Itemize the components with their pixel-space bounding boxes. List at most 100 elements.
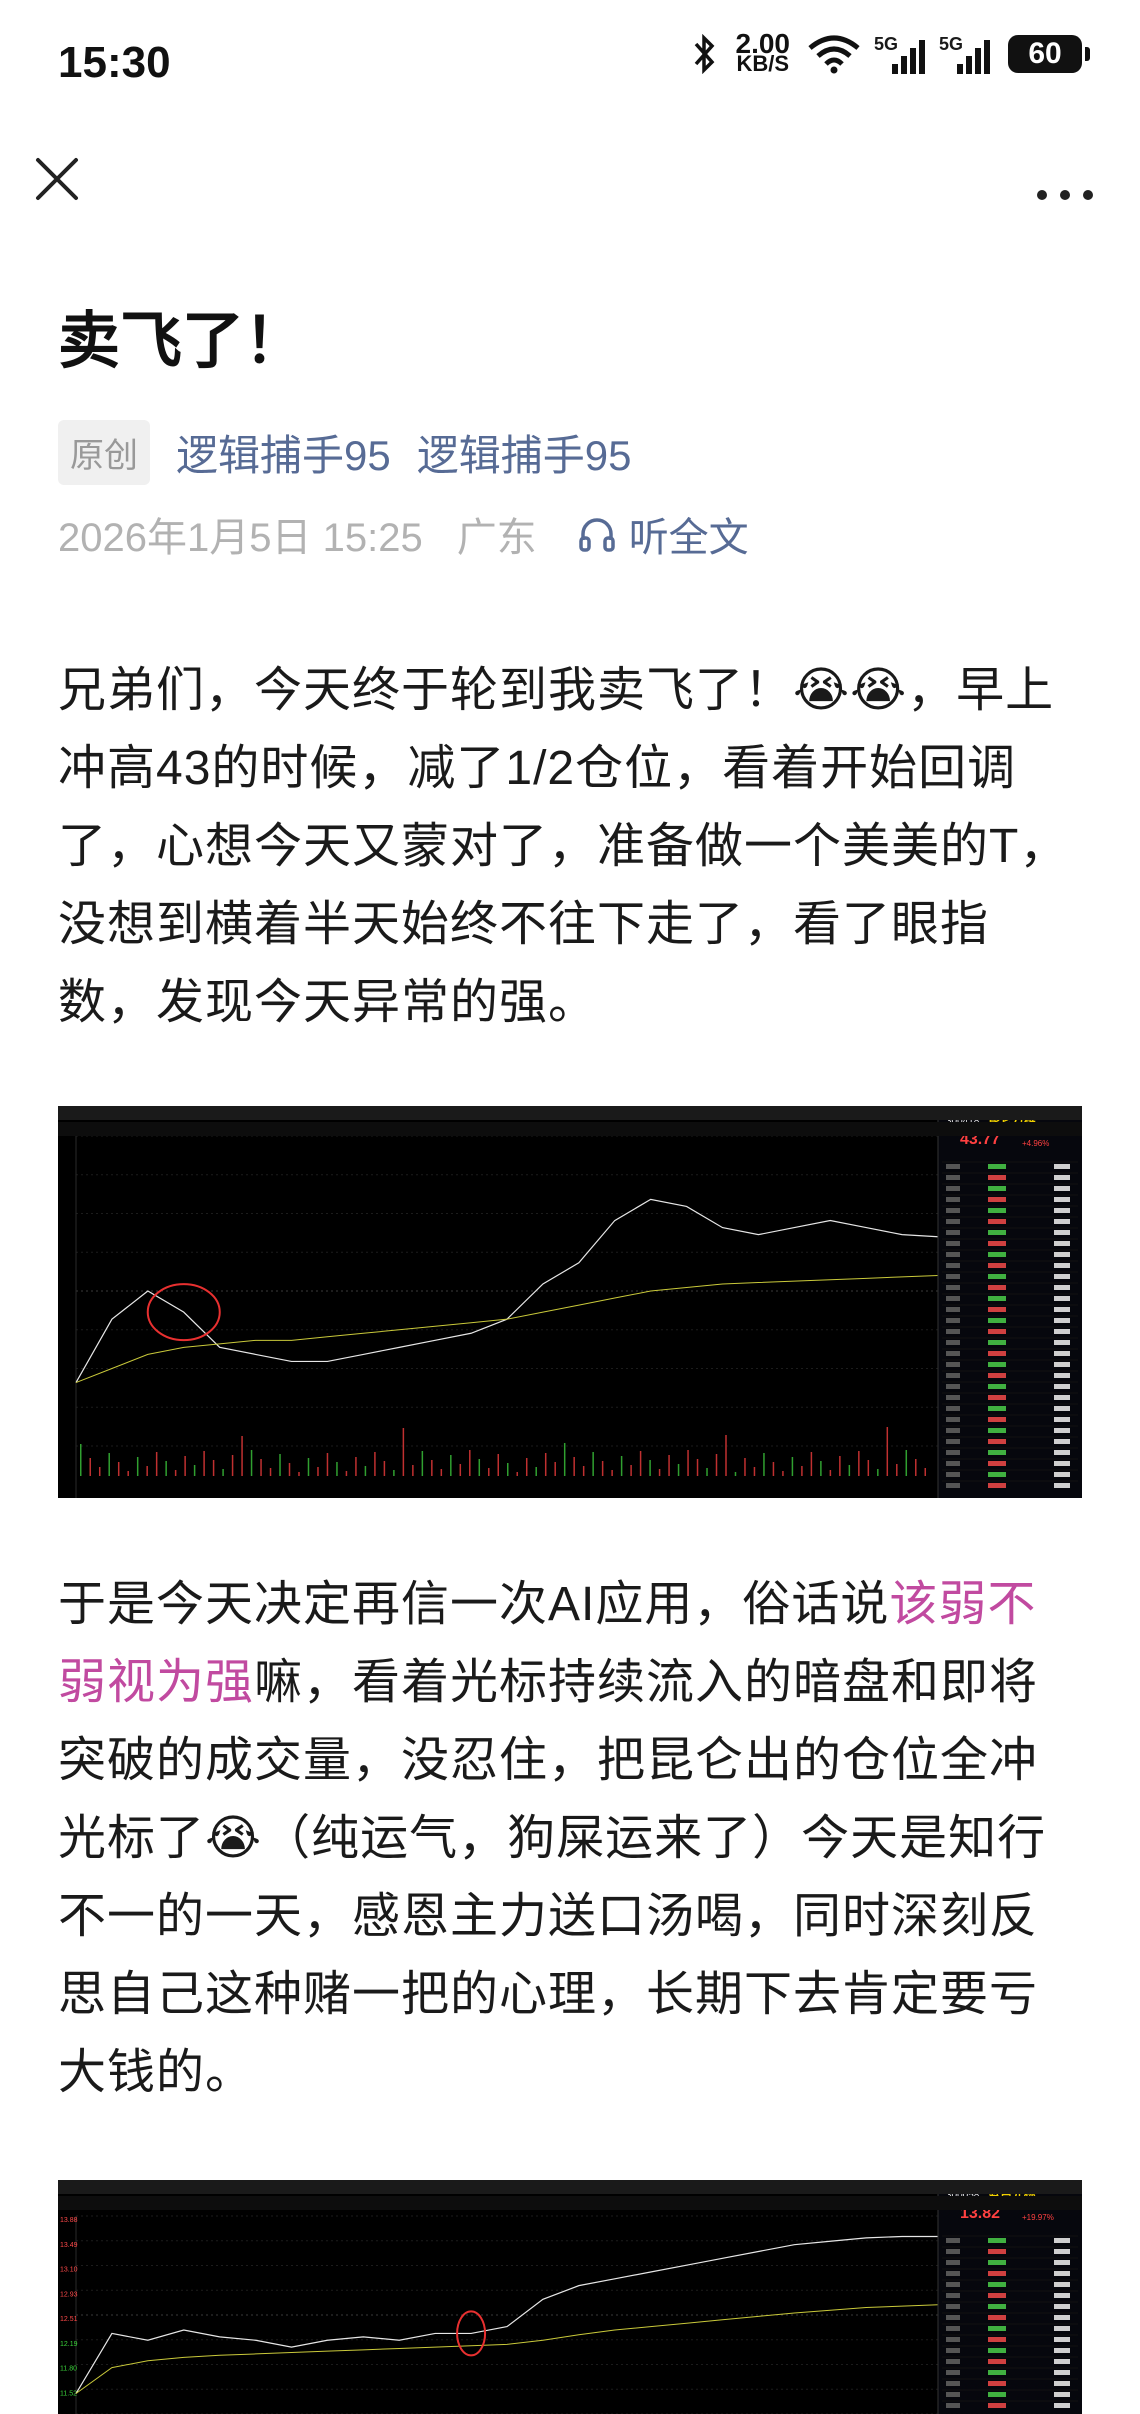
order-volume-mark bbox=[1054, 1329, 1070, 1334]
order-price-mark bbox=[988, 1450, 1006, 1455]
order-volume-mark bbox=[1054, 1296, 1070, 1301]
signal-label: 5G bbox=[874, 34, 899, 54]
order-price-mark bbox=[988, 1252, 1006, 1257]
volume-bar bbox=[231, 1455, 234, 1476]
order-label-mark bbox=[946, 2282, 960, 2287]
order-label-mark bbox=[946, 2359, 960, 2364]
order-volume-mark bbox=[1054, 1340, 1070, 1345]
author-row: 原创 逻辑捕手95 逻辑捕手95 bbox=[58, 420, 631, 485]
order-price-mark bbox=[988, 2304, 1006, 2309]
volume-bar bbox=[516, 1472, 518, 1476]
order-price-mark bbox=[988, 1351, 1006, 1356]
volume-bar bbox=[497, 1454, 500, 1476]
more-icon[interactable] bbox=[1030, 152, 1100, 206]
volume-bar bbox=[108, 1453, 110, 1476]
volume-bar bbox=[326, 1453, 329, 1476]
order-volume-mark bbox=[1054, 1208, 1070, 1213]
volume-bar bbox=[127, 1471, 129, 1476]
order-price-mark bbox=[988, 1395, 1006, 1400]
order-volume-mark bbox=[1054, 1164, 1070, 1169]
order-price-mark bbox=[988, 1362, 1006, 1367]
volume-bar bbox=[620, 1456, 623, 1476]
order-volume-mark bbox=[1054, 1395, 1070, 1400]
left-tick-label: 11.80 bbox=[60, 2366, 77, 2373]
order-price-mark bbox=[988, 2315, 1006, 2320]
order-volume-mark bbox=[1054, 1175, 1070, 1180]
close-icon[interactable] bbox=[30, 152, 84, 206]
volume-bar bbox=[117, 1462, 120, 1476]
order-price-mark bbox=[988, 1483, 1006, 1488]
order-label-mark bbox=[946, 1164, 960, 1169]
stock-chart-bluefocus[interactable]: 13.88 13.49 13.10 12.93 12.51 12.19 11.80 11.52… bbox=[58, 2180, 1082, 2414]
order-price-mark bbox=[988, 2337, 1006, 2342]
listen-button[interactable]: 听全文 bbox=[577, 505, 749, 563]
order-volume-mark bbox=[1054, 1406, 1070, 1411]
order-label-mark bbox=[946, 2315, 960, 2320]
volume-bar bbox=[535, 1467, 537, 1476]
chart-toolbar bbox=[58, 1122, 1082, 1136]
order-label-mark bbox=[946, 1351, 960, 1356]
order-volume-mark bbox=[1054, 1450, 1070, 1455]
wifi-icon bbox=[808, 35, 860, 74]
chart-menubar bbox=[58, 2180, 1082, 2194]
volume-bar bbox=[98, 1467, 101, 1476]
volume-bar bbox=[791, 1457, 794, 1476]
volume-bar bbox=[696, 1459, 699, 1476]
top-nav bbox=[0, 130, 1140, 220]
order-volume-mark bbox=[1054, 2392, 1070, 2397]
order-price-mark bbox=[988, 2238, 1006, 2243]
average-line bbox=[75, 2304, 939, 2394]
volume-bar bbox=[601, 1461, 604, 1476]
volume-bar bbox=[155, 1452, 158, 1476]
volume-bar bbox=[896, 1464, 898, 1476]
volume-bar bbox=[924, 1468, 927, 1476]
volume-bar bbox=[450, 1455, 452, 1476]
order-label-mark bbox=[946, 1461, 960, 1466]
author-link[interactable]: 逻辑捕手95 bbox=[176, 422, 391, 483]
volume-bar bbox=[402, 1428, 405, 1476]
order-volume-mark bbox=[1054, 1384, 1070, 1389]
stock-chart-kunlun[interactable]: 4.41%3.57%4.59%2.75%1.84%0.92%0.00%0.92%… bbox=[58, 1106, 1082, 1498]
order-volume-mark bbox=[1054, 2337, 1070, 2342]
order-label-mark bbox=[946, 2271, 960, 2276]
stock-change-pct: +4.96% bbox=[1022, 1139, 1049, 1148]
order-price-mark bbox=[988, 1428, 1006, 1433]
volume-bar bbox=[658, 1469, 661, 1476]
order-price-mark bbox=[988, 2359, 1006, 2364]
order-label-mark bbox=[946, 2304, 960, 2309]
volume-bar bbox=[573, 1457, 575, 1476]
order-volume-mark bbox=[1054, 1197, 1070, 1202]
order-label-mark bbox=[946, 1362, 960, 1367]
volume-bar bbox=[440, 1469, 443, 1476]
order-price-mark bbox=[988, 1406, 1006, 1411]
volume-bar bbox=[431, 1460, 433, 1476]
order-label-mark bbox=[946, 1252, 960, 1257]
left-tick-label: 12.19 bbox=[60, 2341, 78, 2348]
signal-icon: 5G bbox=[874, 34, 925, 74]
status-bar: 15:30 2.00 KB/S 5G 5G 60 bbox=[0, 0, 1140, 130]
order-price-mark bbox=[988, 2403, 1006, 2408]
order-volume-mark bbox=[1054, 2282, 1070, 2287]
order-label-mark bbox=[946, 1230, 960, 1235]
order-label-mark bbox=[946, 1219, 960, 1224]
order-label-mark bbox=[946, 1241, 960, 1246]
order-volume-mark bbox=[1054, 1461, 1070, 1466]
order-label-mark bbox=[946, 1329, 960, 1334]
volume-bar bbox=[801, 1466, 803, 1476]
volume-bar bbox=[592, 1452, 594, 1476]
volume-bar bbox=[563, 1443, 566, 1476]
volume-bar bbox=[80, 1444, 82, 1476]
order-label-mark bbox=[946, 1428, 960, 1433]
left-tick-label: 12.51 bbox=[60, 2316, 78, 2323]
order-volume-mark bbox=[1054, 1285, 1070, 1290]
order-label-mark bbox=[946, 1472, 960, 1477]
status-time: 15:30 bbox=[58, 38, 171, 87]
order-label-mark bbox=[946, 1175, 960, 1180]
account-link[interactable]: 逻辑捕手95 bbox=[417, 422, 632, 483]
order-volume-mark bbox=[1054, 1307, 1070, 1312]
order-volume-mark bbox=[1054, 2326, 1070, 2331]
order-price-mark bbox=[988, 1230, 1006, 1235]
order-price-mark bbox=[988, 2260, 1006, 2265]
order-volume-mark bbox=[1054, 1373, 1070, 1378]
chart-svg: 4.41%3.57%4.59%2.75%1.84%0.92%0.00%0.92%… bbox=[75, 1106, 1082, 1498]
